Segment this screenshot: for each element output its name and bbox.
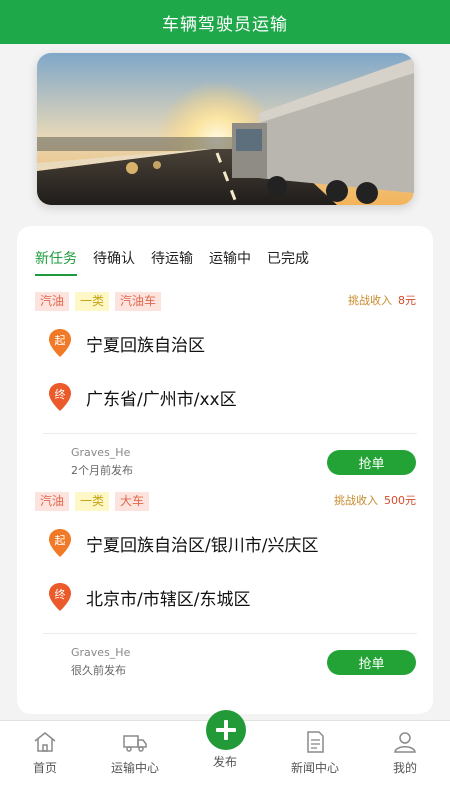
income-amount: 8元	[398, 294, 416, 307]
end-pin-icon: 终	[49, 383, 71, 411]
class-tag: 一类	[75, 292, 110, 311]
fuel-tag: 汽油	[35, 292, 70, 311]
publish-time: 2个月前发布	[71, 464, 133, 477]
publisher-name: Graves_He	[71, 446, 131, 459]
tab-transport-center[interactable]: 运输中心	[90, 731, 180, 776]
page-title: 车辆驾驶员运输	[162, 14, 288, 35]
income-amount: 500元	[384, 494, 416, 507]
task-card: 新任务 待确认 待运输 运输中 已完成 汽油 一类 汽油车 挑战收入 8元 起 宁…	[17, 226, 433, 714]
title-bar: 车辆驾驶员运输	[0, 0, 450, 44]
start-address: 宁夏回族自治区	[86, 335, 205, 356]
tab-news-label: 新闻中心	[290, 761, 339, 775]
income-info: 挑战收入 8元	[348, 292, 416, 308]
tab-home[interactable]: 首页	[0, 731, 90, 776]
publish-time: 很久前发布	[71, 664, 126, 677]
tab-news-center[interactable]: 新闻中心	[270, 731, 360, 776]
tab-new-task[interactable]: 新任务	[35, 248, 77, 276]
tab-publish-label: 发布	[212, 755, 237, 769]
task-tags: 汽油 一类 汽油车	[35, 292, 162, 311]
start-pin-icon: 起	[49, 329, 71, 357]
vehicle-tag: 汽油车	[115, 292, 162, 311]
tab-pending-transport[interactable]: 待运输	[151, 248, 193, 276]
class-tag: 一类	[75, 492, 110, 511]
start-location: 起 宁夏回族自治区/银川市/兴庆区	[48, 528, 318, 558]
vehicle-tag: 大车	[115, 492, 150, 511]
tab-in-transport[interactable]: 运输中	[209, 248, 251, 276]
end-pin-icon: 终	[49, 583, 71, 611]
grab-order-button[interactable]: 抢单	[327, 650, 416, 675]
start-location: 起 宁夏回族自治区	[48, 328, 205, 358]
fuel-tag: 汽油	[35, 492, 70, 511]
start-pin-text: 起	[55, 534, 66, 547]
end-location: 终 广东省/广州市/xx区	[48, 382, 237, 412]
tab-home-label: 首页	[32, 761, 57, 775]
task-tags: 汽油 一类 大车	[35, 492, 150, 511]
start-pin-icon: 起	[49, 529, 71, 557]
grab-order-button[interactable]: 抢单	[327, 450, 416, 475]
divider	[43, 433, 417, 434]
end-location: 终 北京市/市辖区/东城区	[48, 582, 250, 612]
end-pin-text: 终	[55, 587, 66, 601]
tab-profile[interactable]: 我的	[360, 731, 450, 776]
truck-icon	[123, 735, 147, 752]
start-address: 宁夏回族自治区/银川市/兴庆区	[86, 535, 319, 556]
publisher-name: Graves_He	[71, 646, 131, 659]
divider	[43, 633, 417, 634]
publish-button[interactable]	[206, 710, 246, 750]
income-info: 挑战收入 500元	[334, 492, 416, 508]
tab-transport-label: 运输中心	[110, 761, 159, 775]
end-pin-text: 终	[55, 387, 66, 401]
end-address: 广东省/广州市/xx区	[86, 389, 237, 410]
income-label: 挑战收入	[334, 494, 378, 507]
plus-icon	[216, 720, 236, 740]
tab-profile-label: 我的	[392, 761, 417, 775]
tab-completed[interactable]: 已完成	[267, 248, 309, 276]
news-icon	[307, 731, 324, 753]
banner-image[interactable]	[37, 53, 414, 205]
tab-pending-confirm[interactable]: 待确认	[93, 248, 135, 276]
end-address: 北京市/市辖区/东城区	[86, 589, 251, 610]
home-icon	[34, 732, 56, 752]
status-tabs: 新任务 待确认 待运输 运输中 已完成	[35, 248, 309, 276]
start-pin-text: 起	[55, 334, 66, 347]
profile-icon	[394, 732, 416, 753]
income-label: 挑战收入	[348, 294, 392, 307]
